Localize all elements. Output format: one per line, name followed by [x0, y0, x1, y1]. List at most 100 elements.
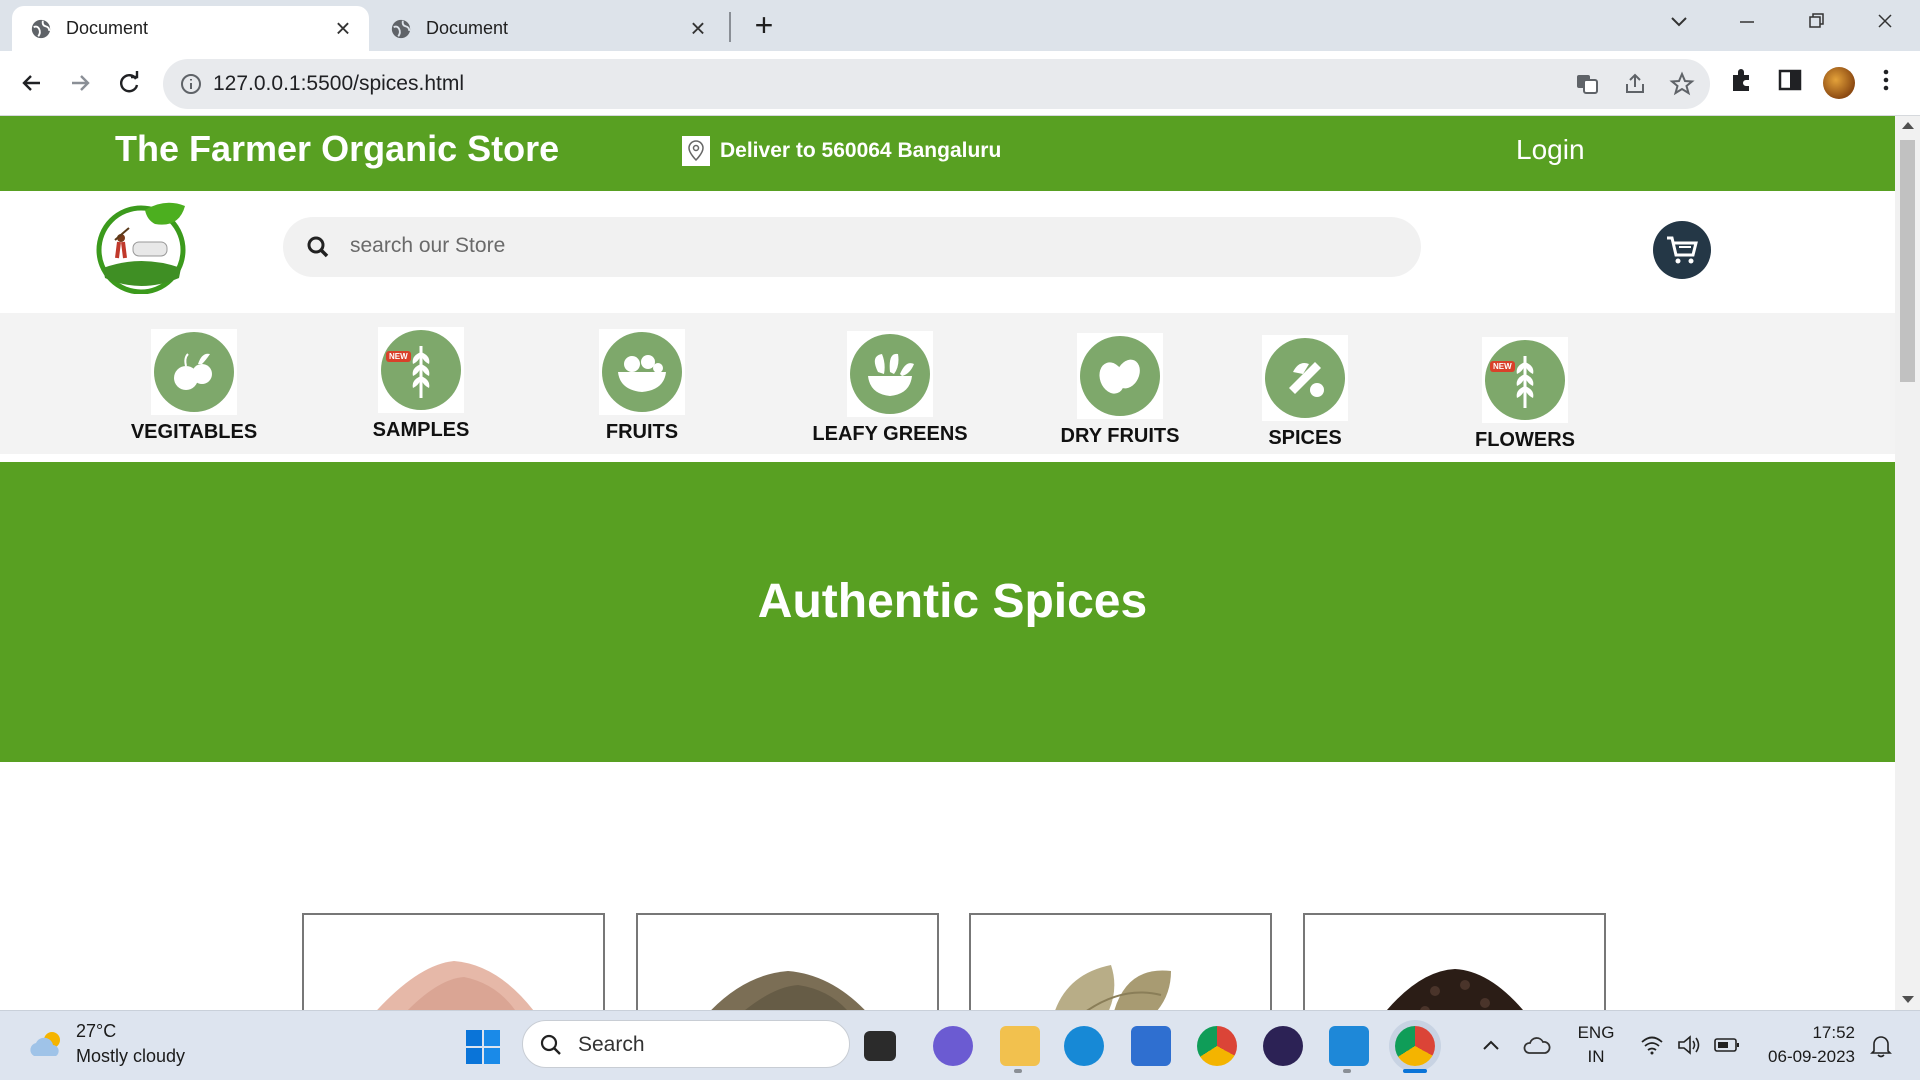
battery-icon[interactable]: [1713, 1035, 1741, 1055]
hero-banner: Authentic Spices: [0, 462, 1895, 762]
active-indicator: [1403, 1069, 1427, 1073]
leafy-greens-icon: [868, 353, 914, 396]
tab-divider: [729, 12, 731, 42]
category-samples[interactable]: NEW SAMPLES: [351, 327, 491, 442]
product-card-black-pepper[interactable]: [1303, 913, 1606, 1010]
new-badge: NEW: [386, 351, 411, 362]
globe-icon: [391, 19, 411, 38]
running-indicator: [1014, 1069, 1022, 1073]
site-info-icon[interactable]: [179, 72, 203, 96]
weather-description: Mostly cloudy: [76, 1046, 186, 1066]
share-icon[interactable]: [1622, 71, 1648, 97]
browser-tab-strip: Document × Document × +: [0, 0, 1920, 51]
restore-icon[interactable]: [1796, 8, 1836, 36]
page-scrollbar[interactable]: [1895, 116, 1920, 1010]
back-arrow-icon[interactable]: [14, 65, 50, 101]
windows-start-icon[interactable]: [465, 1029, 501, 1065]
pink-salt-powder-image: [376, 961, 533, 1010]
scroll-down-arrow[interactable]: [1902, 996, 1914, 1003]
product-card-cumin[interactable]: [636, 913, 939, 1010]
close-tab-icon[interactable]: ×: [331, 15, 355, 41]
browser-tab-active[interactable]: Document ×: [12, 6, 369, 51]
product-card-bay-leaves[interactable]: [969, 913, 1272, 1010]
volume-icon[interactable]: [1676, 1033, 1702, 1057]
profile-avatar[interactable]: [1823, 67, 1855, 99]
shopping-cart-icon: [1667, 236, 1698, 264]
address-bar[interactable]: 127.0.0.1:5500/spices.html: [163, 59, 1710, 109]
search-row: search our Store: [0, 191, 1895, 313]
store-name[interactable]: The Farmer Organic Store: [115, 128, 559, 170]
onedrive-icon[interactable]: [1523, 1033, 1551, 1057]
chrome-profile-icon[interactable]: [1395, 1026, 1435, 1066]
category-dry-fruits[interactable]: DRY FRUITS: [1045, 333, 1195, 448]
more-menu-icon[interactable]: [1871, 65, 1901, 95]
search-icon: [540, 1034, 561, 1055]
banner-title: Authentic Spices: [757, 575, 1148, 628]
language-bottom[interactable]: IN: [1573, 1047, 1619, 1067]
microsoft-store-icon[interactable]: [1131, 1026, 1171, 1066]
category-fruits[interactable]: FRUITS: [572, 329, 712, 444]
vegetables-icon: [174, 353, 212, 390]
close-window-icon[interactable]: [1865, 8, 1905, 36]
file-explorer-icon[interactable]: [1000, 1026, 1040, 1066]
scroll-up-arrow[interactable]: [1902, 122, 1914, 129]
category-spices[interactable]: SPICES: [1240, 335, 1370, 450]
site-header: The Farmer Organic Store Deliver to 5600…: [0, 116, 1895, 191]
tab-title: Document: [66, 18, 149, 38]
browser-toolbar: 127.0.0.1:5500/spices.html: [0, 51, 1920, 116]
task-view-icon[interactable]: [864, 1031, 896, 1061]
cloudy-weather-icon: [30, 1032, 60, 1056]
eclipse-icon[interactable]: [1263, 1026, 1303, 1066]
forward-arrow-icon[interactable]: [62, 65, 98, 101]
browser-tab-inactive[interactable]: Document ×: [372, 6, 724, 51]
black-pepper-image: [1386, 969, 1523, 1010]
edge-browser-icon[interactable]: [1064, 1026, 1104, 1066]
new-badge: NEW: [1490, 361, 1515, 372]
cumin-seeds-image: [710, 971, 865, 1010]
clock-date[interactable]: 06-09-2023: [1755, 1047, 1855, 1067]
wifi-icon[interactable]: [1640, 1035, 1664, 1055]
spices-icon: [1289, 362, 1324, 397]
close-tab-icon[interactable]: ×: [686, 15, 710, 41]
weather-temperature: 27°C: [76, 1021, 117, 1041]
globe-icon: [31, 19, 51, 38]
vscode-icon[interactable]: [1329, 1026, 1369, 1066]
wheat-icon: [412, 346, 430, 398]
deliver-text: Deliver to 560064 Bangaluru: [720, 139, 1002, 162]
category-label: FLOWERS: [1475, 429, 1575, 451]
tab-title: Document: [426, 18, 509, 38]
almond-icon: [1099, 359, 1140, 394]
chevron-up-icon[interactable]: [1480, 1037, 1502, 1053]
tab-search-chevron-icon[interactable]: [1659, 8, 1699, 36]
chrome-icon[interactable]: [1197, 1026, 1237, 1066]
search-placeholder: search our Store: [350, 234, 506, 257]
taskbar-search-box[interactable]: Search: [522, 1020, 850, 1068]
teams-chat-icon[interactable]: [933, 1026, 973, 1066]
category-vegetables[interactable]: VEGITABLES: [124, 329, 264, 444]
side-panel-icon[interactable]: [1775, 65, 1805, 95]
login-link[interactable]: Login: [1516, 134, 1585, 166]
farmer-logo[interactable]: [95, 198, 191, 294]
page-viewport: The Farmer Organic Store Deliver to 5600…: [0, 116, 1920, 1010]
notification-bell-icon[interactable]: [1868, 1033, 1894, 1059]
category-label: DRY FRUITS: [1060, 425, 1180, 447]
bookmark-star-icon[interactable]: [1669, 71, 1695, 97]
new-tab-button[interactable]: +: [748, 9, 780, 42]
minimize-icon[interactable]: [1727, 8, 1767, 36]
reload-icon[interactable]: [111, 65, 147, 101]
translate-icon[interactable]: [1574, 71, 1600, 97]
category-leafy-greens[interactable]: LEAFY GREENS: [810, 331, 970, 446]
cart-button[interactable]: [1653, 221, 1711, 279]
category-label: SAMPLES: [372, 419, 470, 441]
weather-widget[interactable]: 27°C Mostly cloudy: [26, 1021, 185, 1067]
scrollbar-thumb[interactable]: [1900, 140, 1915, 382]
clock-time[interactable]: 17:52: [1755, 1023, 1855, 1043]
deliver-location[interactable]: Deliver to 560064 Bangaluru: [682, 136, 1001, 166]
language-top[interactable]: ENG: [1573, 1023, 1619, 1043]
category-label: VEGITABLES: [130, 421, 258, 443]
store-search-input[interactable]: search our Store: [283, 217, 1421, 277]
category-flowers[interactable]: NEW FLOWERS: [1455, 337, 1595, 452]
extensions-puzzle-icon[interactable]: [1727, 65, 1757, 95]
product-card-pink-salt[interactable]: [302, 913, 605, 1010]
category-label: FRUITS: [605, 421, 679, 443]
